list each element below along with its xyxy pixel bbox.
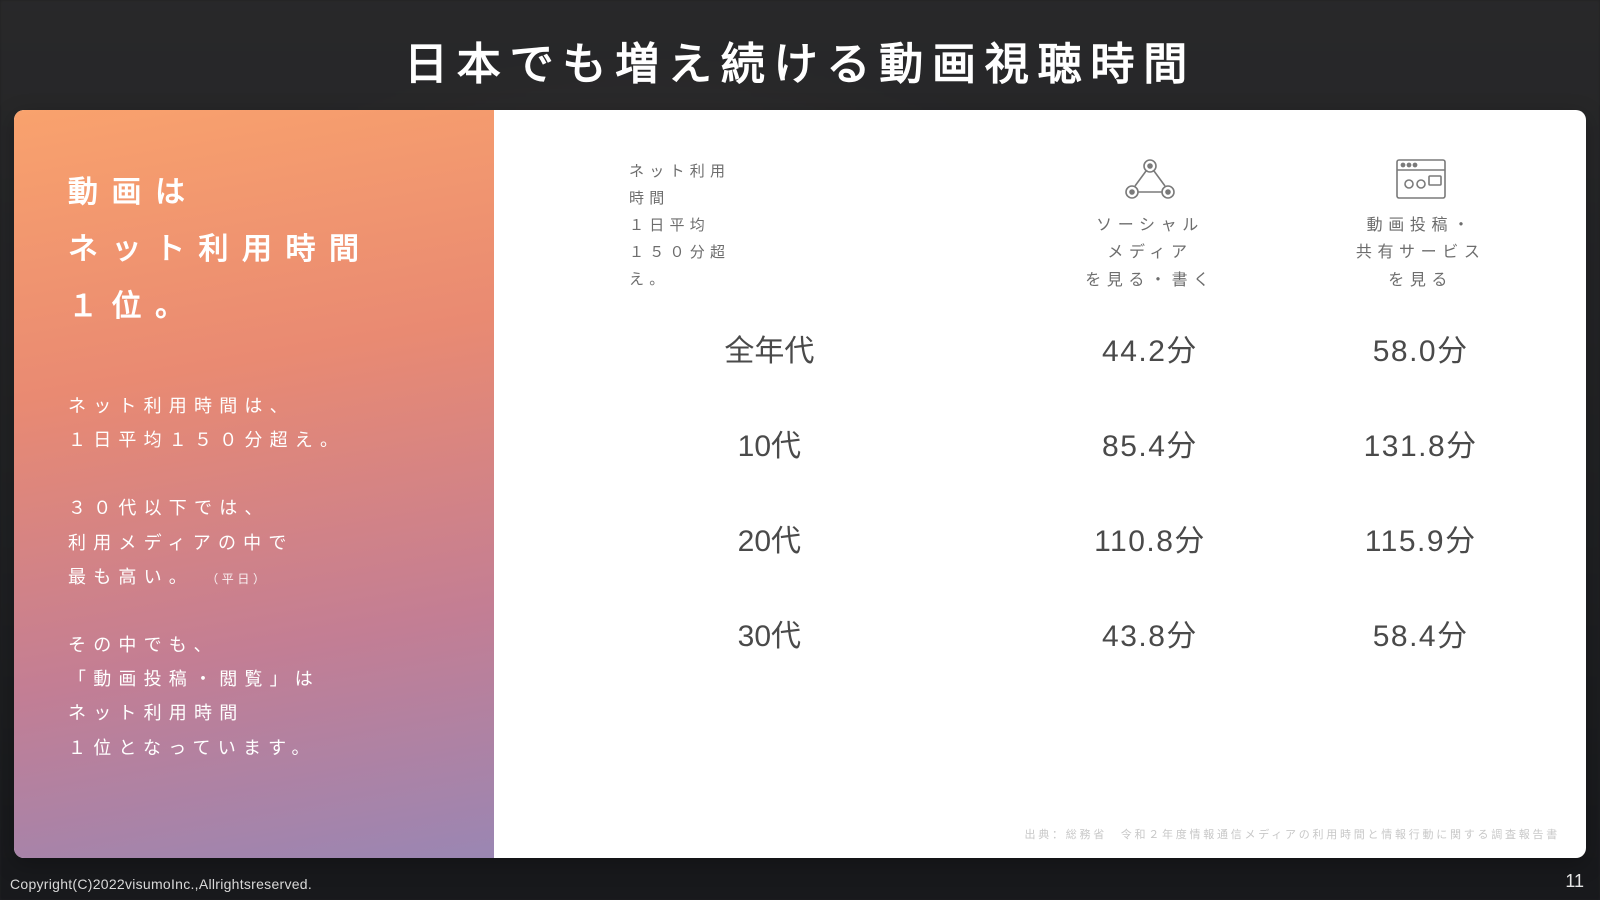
left-panel: 動画は ネット利用時間 １位。 ネット利用時間は、 １日平均１５０分超え。 ３０… — [14, 110, 494, 858]
data-table: ネット利用時間 １日平均 １５０分超え。 ソーシャル — [524, 150, 1556, 680]
headline-line: 動画は — [68, 176, 199, 209]
hdr-line: ソーシャル — [1096, 217, 1204, 234]
sub-line: ネット利用時間 — [68, 703, 244, 723]
table-cell: 85.4分 — [1015, 395, 1286, 490]
video-share-window-icon — [1391, 156, 1451, 202]
hdr-line: メディア — [1107, 244, 1192, 261]
sub-line: ３０代以下では、 — [68, 498, 270, 518]
table-cell: 43.8分 — [1015, 585, 1286, 680]
table-cell: 58.0分 — [1285, 300, 1556, 395]
sub-line: 「動画投稿・閲覧」は — [68, 669, 320, 689]
table-cell: 115.9分 — [1285, 490, 1556, 585]
source-note: 出典：総務省 令和２年度情報通信メディアの利用時間と情報行動に関する調査報告書 — [1025, 826, 1560, 842]
sub-line: 最も高い。 — [68, 567, 194, 587]
hdr-line: １日平均 — [629, 217, 710, 234]
headline: 動画は ネット利用時間 １位。 — [68, 164, 454, 335]
hdr-line: を見る・書く — [1085, 272, 1215, 289]
headline-line: １位。 — [68, 290, 199, 323]
sub-line: １日平均１５０分超え。 — [68, 430, 345, 450]
headline-line: ネット利用時間 — [68, 233, 373, 266]
sub-line: 利用メディアの中で — [68, 533, 294, 553]
table-cell: 58.4分 — [1285, 585, 1556, 680]
table-cell: 44.2分 — [1015, 300, 1286, 395]
copyright: Copyright(C)2022visumoInc.,Allrightsrese… — [10, 876, 312, 892]
table-row-label: 20代 — [524, 490, 1015, 585]
sub-line: ネット利用時間は、 — [68, 396, 295, 416]
slide: 日本でも増え続ける動画視聴時間 動画は ネット利用時間 １位。 ネット利用時間は… — [0, 0, 1600, 900]
hdr-line: ネット利用時間 — [629, 163, 730, 207]
sub-line: その中でも、 — [68, 635, 219, 655]
sub-paragraph: ３０代以下では、 利用メディアの中で 最も高い。 （平日） — [68, 491, 454, 594]
sub-note: （平日） — [206, 572, 268, 586]
sub-paragraph: ネット利用時間は、 １日平均１５０分超え。 — [68, 389, 454, 457]
table-header-video: 動画投稿・ 共有サービス を見る — [1285, 150, 1556, 300]
page-title: 日本でも増え続ける動画視聴時間 — [0, 28, 1600, 92]
right-panel: ネット利用時間 １日平均 １５０分超え。 ソーシャル — [494, 110, 1586, 858]
table-header-col0: ネット利用時間 １日平均 １５０分超え。 — [524, 158, 744, 293]
content-card: 動画は ネット利用時間 １位。 ネット利用時間は、 １日平均１５０分超え。 ３０… — [14, 110, 1586, 858]
subtext: ネット利用時間は、 １日平均１５０分超え。 ３０代以下では、 利用メディアの中で… — [68, 389, 454, 765]
hdr-line: １５０分超え。 — [629, 244, 730, 288]
table-cell: 131.8分 — [1285, 395, 1556, 490]
hdr-line: 動画投稿・ — [1367, 217, 1475, 234]
sub-paragraph: その中でも、 「動画投稿・閲覧」は ネット利用時間 １位となっています。 — [68, 628, 454, 765]
table-row-label: 30代 — [524, 585, 1015, 680]
table-header-col1 — [744, 150, 1015, 300]
table-header-social: ソーシャル メディア を見る・書く — [1015, 150, 1286, 300]
page-number: 11 — [1565, 871, 1584, 892]
table-cell: 110.8分 — [1015, 490, 1286, 585]
sub-line: １位となっています。 — [68, 738, 317, 758]
people-network-icon — [1120, 156, 1180, 202]
table-row-label: 全年代 — [524, 300, 1015, 395]
hdr-line: を見る — [1388, 272, 1453, 289]
hdr-line: 共有サービス — [1356, 244, 1486, 261]
table-row-label: 10代 — [524, 395, 1015, 490]
